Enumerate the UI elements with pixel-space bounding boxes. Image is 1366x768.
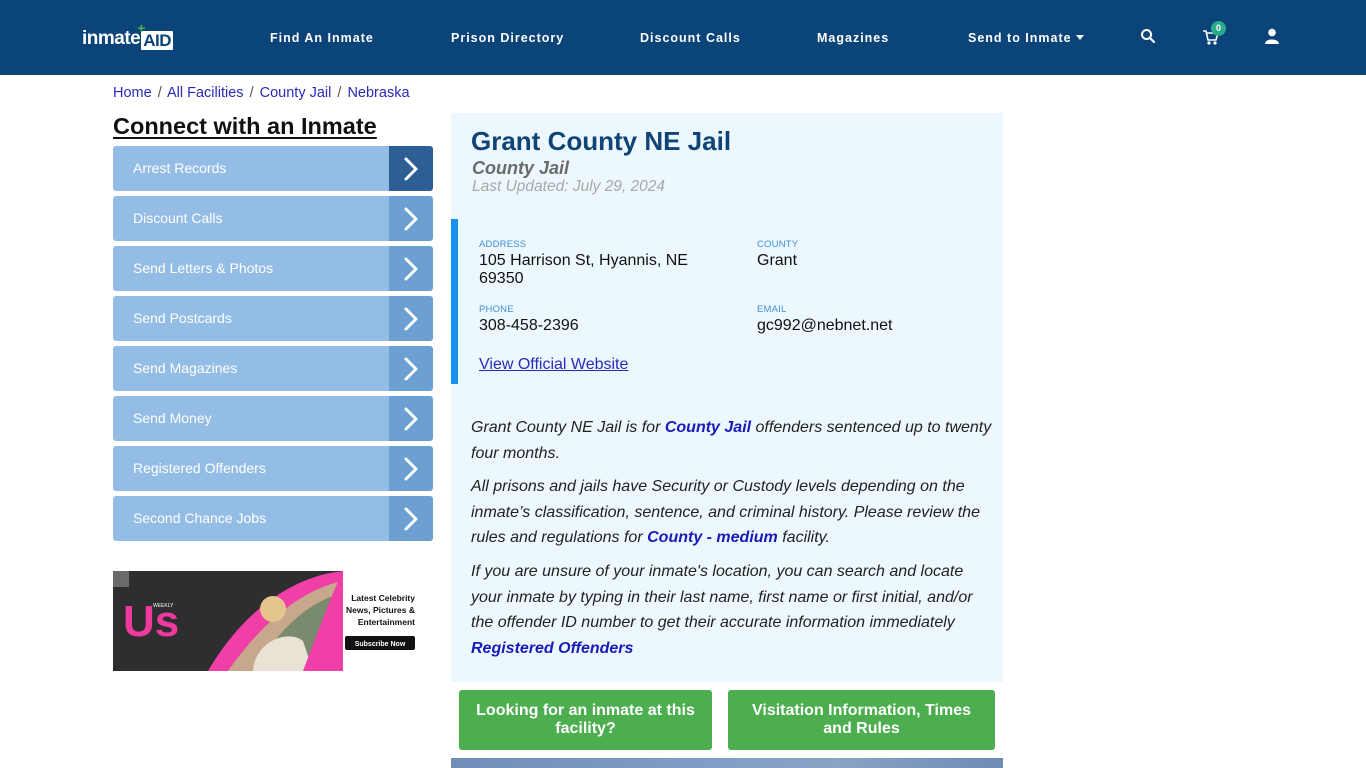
sidebar-title[interactable]: Connect with an Inmate [113, 113, 377, 140]
official-website-link[interactable]: View Official Website [479, 356, 628, 374]
us-weekly-ad-banner[interactable]: Us WEEKLY Latest Celebrity News, Picture… [113, 571, 417, 671]
user-icon [1265, 28, 1279, 44]
sidebar-menu: Arrest Records Discount Calls Send Lette… [113, 146, 433, 546]
nav-prison-directory[interactable]: Prison Directory [451, 30, 564, 46]
nav-send-to-inmate[interactable]: Send to Inmate [968, 30, 1084, 46]
nav-find-an-inmate[interactable]: Find An Inmate [270, 30, 374, 46]
last-updated: Last Updated: July 29, 2024 [472, 178, 666, 195]
inmateaid-logo[interactable]: inmate + AID [82, 20, 174, 50]
facility-type: County Jail [472, 158, 570, 178]
registered-offenders-link[interactable]: Registered Offenders [471, 640, 633, 657]
county-medium-link[interactable]: County - medium [647, 529, 778, 546]
phone-label: PHONE [479, 304, 514, 315]
top-navbar: inmate + AID Find An Inmate Prison Direc… [0, 0, 1366, 75]
svg-text:Entertainment: Entertainment [358, 617, 415, 627]
svg-text:Subscribe Now: Subscribe Now [355, 641, 406, 648]
sidebar-item-send-letters-photos[interactable]: Send Letters & Photos [113, 246, 433, 291]
county-value: Grant [757, 252, 798, 269]
chevron-right-icon [389, 246, 433, 291]
chevron-right-icon [389, 296, 433, 341]
phone-value[interactable]: 308-458-2396 [479, 317, 579, 335]
breadcrumb-home[interactable]: Home [113, 85, 152, 101]
chevron-right-icon [389, 346, 433, 391]
nav-discount-calls[interactable]: Discount Calls [640, 30, 741, 46]
logo-aid-mark: + AID [137, 20, 174, 50]
facility-panel: Grant County NE Jail County Jail Last Up… [451, 113, 1003, 682]
find-inmate-at-facility-button[interactable]: Looking for an inmate at this facility? [459, 690, 712, 750]
nav-magazines[interactable]: Magazines [817, 30, 889, 46]
cart-count-badge: 0 [1211, 21, 1226, 36]
search-icon [1141, 29, 1156, 44]
chevron-right-icon [389, 196, 433, 241]
address-line2: 69350 [479, 270, 524, 287]
description-paragraph-1: Grant County NE Jail is for County Jail … [471, 419, 992, 462]
breadcrumb-nebraska[interactable]: Nebraska [347, 85, 409, 101]
cart-button[interactable]: 0 [1203, 21, 1226, 46]
breadcrumb: Home / All Facilities / County Jail / Ne… [113, 85, 410, 101]
chevron-right-icon [389, 146, 433, 191]
facility-photo [451, 758, 1003, 768]
ad-artwork: Us WEEKLY Latest Celebrity News, Picture… [113, 571, 417, 671]
sidebar-item-discount-calls[interactable]: Discount Calls [113, 196, 433, 241]
caret-down-icon [1075, 35, 1084, 41]
sidebar-item-second-chance-jobs[interactable]: Second Chance Jobs [113, 496, 433, 541]
breadcrumb-all-facilities[interactable]: All Facilities [167, 85, 244, 101]
email-value[interactable]: gc992@nebnet.net [757, 317, 892, 335]
account-button[interactable] [1265, 26, 1285, 46]
description-paragraph-2: All prisons and jails have Security or C… [471, 478, 980, 546]
county-label: COUNTY [757, 239, 799, 250]
facility-info-box: ADDRESS 105 Harrison St, Hyannis, NE 693… [451, 219, 1003, 384]
chevron-right-icon [389, 396, 433, 441]
sidebar-item-send-money[interactable]: Send Money [113, 396, 433, 441]
svg-text:Latest Celebrity: Latest Celebrity [351, 593, 415, 603]
county-jail-link[interactable]: County Jail [665, 419, 751, 436]
breadcrumb-county-jail[interactable]: County Jail [260, 85, 332, 101]
email-label: EMAIL [757, 304, 787, 315]
visitation-info-button[interactable]: Visitation Information, Times and Rules [728, 690, 995, 750]
svg-text:WEEKLY: WEEKLY [153, 603, 174, 609]
chevron-right-icon [389, 496, 433, 541]
sidebar-item-send-magazines[interactable]: Send Magazines [113, 346, 433, 391]
description-paragraph-3: If you are unsure of your inmate's locat… [471, 563, 973, 657]
chevron-right-icon [389, 446, 433, 491]
plus-icon: + [137, 20, 145, 36]
sidebar-item-send-postcards[interactable]: Send Postcards [113, 296, 433, 341]
sidebar-item-registered-offenders[interactable]: Registered Offenders [113, 446, 433, 491]
address-label: ADDRESS [479, 239, 527, 250]
sidebar-item-arrest-records[interactable]: Arrest Records [113, 146, 433, 191]
address-line1: 105 Harrison St, Hyannis, NE [479, 252, 688, 269]
search-button[interactable] [1140, 26, 1160, 46]
svg-text:News, Pictures &: News, Pictures & [346, 605, 415, 615]
facility-name: Grant County NE Jail [471, 126, 732, 156]
